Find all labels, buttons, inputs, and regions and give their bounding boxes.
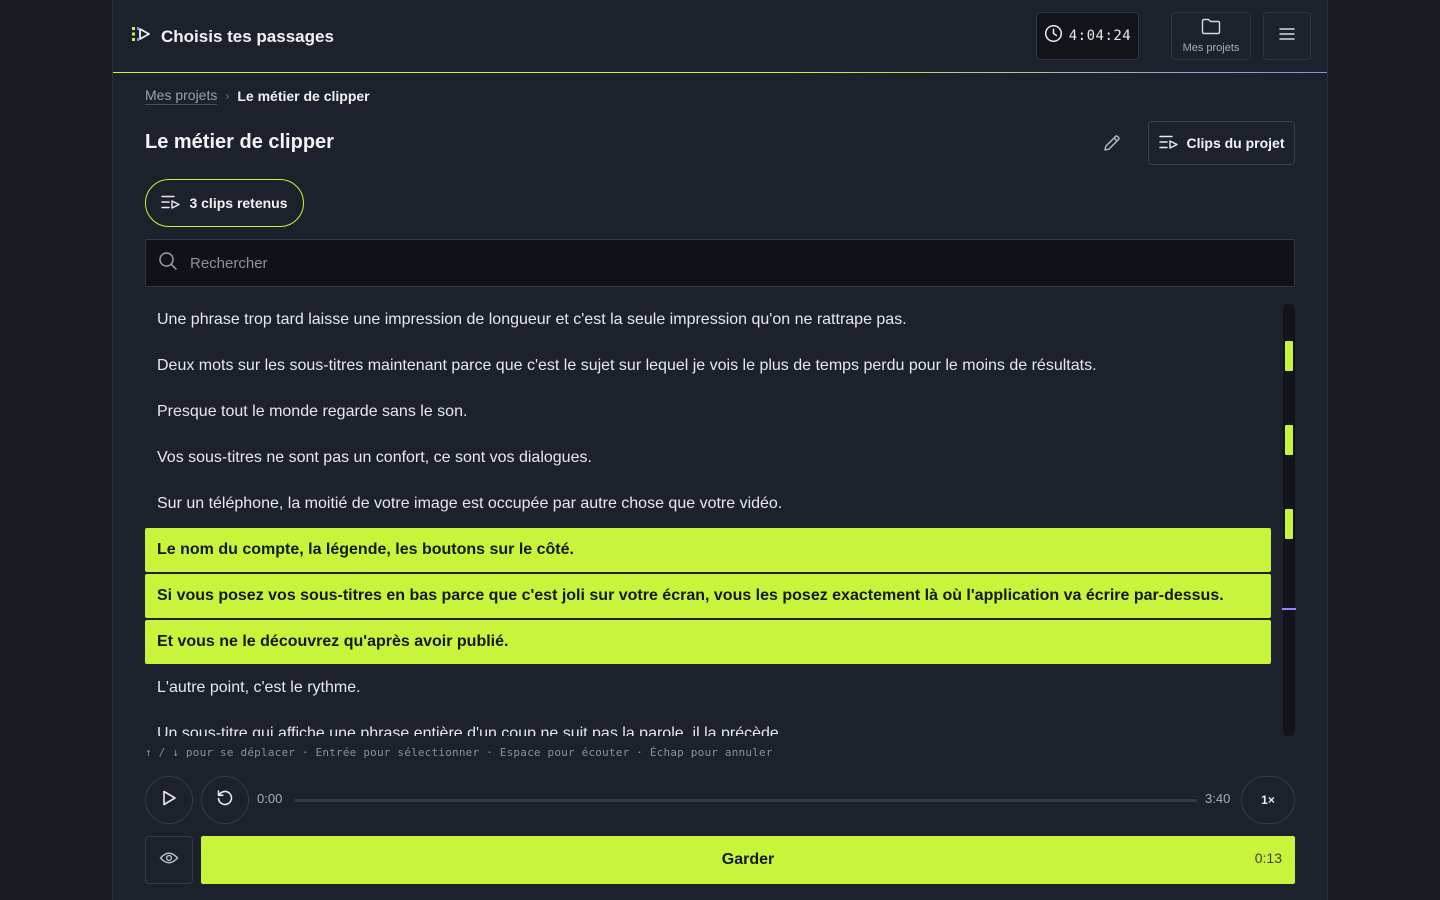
transcript-line[interactable]: Presque tout le monde regarde sans le so…: [145, 390, 1271, 434]
progress-track[interactable]: [294, 799, 1197, 802]
clip-duration: 0:13: [1254, 850, 1282, 866]
project-clips-label: Clips du projet: [1186, 135, 1285, 151]
brand: Choisis tes passages: [131, 24, 334, 49]
breadcrumb-separator: ›: [225, 89, 230, 103]
edit-title-button[interactable]: [1097, 130, 1127, 160]
transcript-line[interactable]: Sur un téléphone, la moitié de votre ima…: [145, 482, 1271, 526]
total-duration: 3:40: [1205, 791, 1231, 806]
replay-icon: [215, 788, 235, 813]
retained-clips-toggle[interactable]: 3 clips retenus: [145, 179, 304, 227]
transcript-line[interactable]: L'autre point, c'est le rythme.: [145, 666, 1271, 710]
my-projects-label: Mes projets: [1182, 42, 1240, 54]
play-list-icon: [131, 24, 151, 49]
app-title: Choisis tes passages: [161, 26, 334, 46]
pencil-icon: [1102, 133, 1122, 158]
transcript-line[interactable]: Vos sous-titres ne sont pas un confort, …: [145, 436, 1271, 480]
breadcrumb-current: Le métier de clipper: [237, 88, 370, 104]
search-input[interactable]: [190, 254, 1090, 272]
playback-speed-button[interactable]: 1×: [1241, 776, 1295, 824]
current-time: 0:00: [257, 791, 283, 806]
breadcrumb: Mes projets › Le métier de clipper: [145, 87, 370, 105]
transcript-line-selected[interactable]: Et vous ne le découvrez qu'après avoir p…: [145, 620, 1271, 664]
keyboard-hints: ↑ / ↓ pour se déplacer · Entrée pour sél…: [145, 746, 773, 759]
replay-button[interactable]: [201, 776, 249, 824]
timer-display: 4:04:24: [1036, 12, 1139, 60]
transcript-line-selected[interactable]: Le nom du compte, la légende, les bouton…: [145, 528, 1271, 572]
transcript-scrollbar[interactable]: [1282, 304, 1296, 736]
clip-marker: [1285, 509, 1293, 539]
menu-button[interactable]: [1263, 12, 1311, 60]
my-projects-button[interactable]: Mes projets: [1171, 12, 1251, 60]
transcript-line[interactable]: Un sous-titre qui affiche une phrase ent…: [145, 712, 1271, 736]
play-icon: [160, 789, 178, 812]
project-clips-button[interactable]: Clips du projet: [1148, 121, 1295, 165]
page-title: Le métier de clipper: [145, 131, 334, 153]
transcript-list: Une phrase trop tard laisse une impressi…: [145, 298, 1271, 736]
timer-text: 4:04:24: [1068, 28, 1132, 44]
scroll-position-indicator: [1282, 608, 1296, 610]
transcript-line[interactable]: Deux mots sur les sous-titres maintenant…: [145, 344, 1271, 388]
search-icon: [158, 251, 178, 276]
header-bar: Choisis tes passages 4:04:24 Mes projets: [113, 0, 1327, 73]
clip-list-icon: [1158, 134, 1179, 153]
clock-icon: [1044, 24, 1063, 48]
transcript-line[interactable]: Une phrase trop tard laisse une impressi…: [145, 298, 1271, 342]
clip-marker: [1285, 425, 1293, 455]
preview-toggle-button[interactable]: [145, 836, 193, 884]
play-button[interactable]: [145, 776, 193, 824]
keep-label: Garder: [721, 851, 775, 868]
keep-button[interactable]: Garder 0:13: [201, 836, 1295, 884]
hamburger-icon: [1279, 27, 1295, 46]
breadcrumb-link-projects[interactable]: Mes projets: [145, 87, 218, 105]
playback-speed-label: 1×: [1261, 793, 1275, 807]
app-window: Choisis tes passages 4:04:24 Mes projets…: [112, 0, 1328, 900]
retained-clips-label: 3 clips retenus: [189, 195, 288, 211]
eye-icon: [159, 851, 179, 870]
clip-marker: [1285, 341, 1293, 371]
folder-icon: [1201, 18, 1221, 38]
transcript-line-selected[interactable]: Si vous posez vos sous-titres en bas par…: [145, 574, 1271, 618]
search-bar: [145, 239, 1295, 287]
clip-list-icon: [161, 194, 181, 213]
